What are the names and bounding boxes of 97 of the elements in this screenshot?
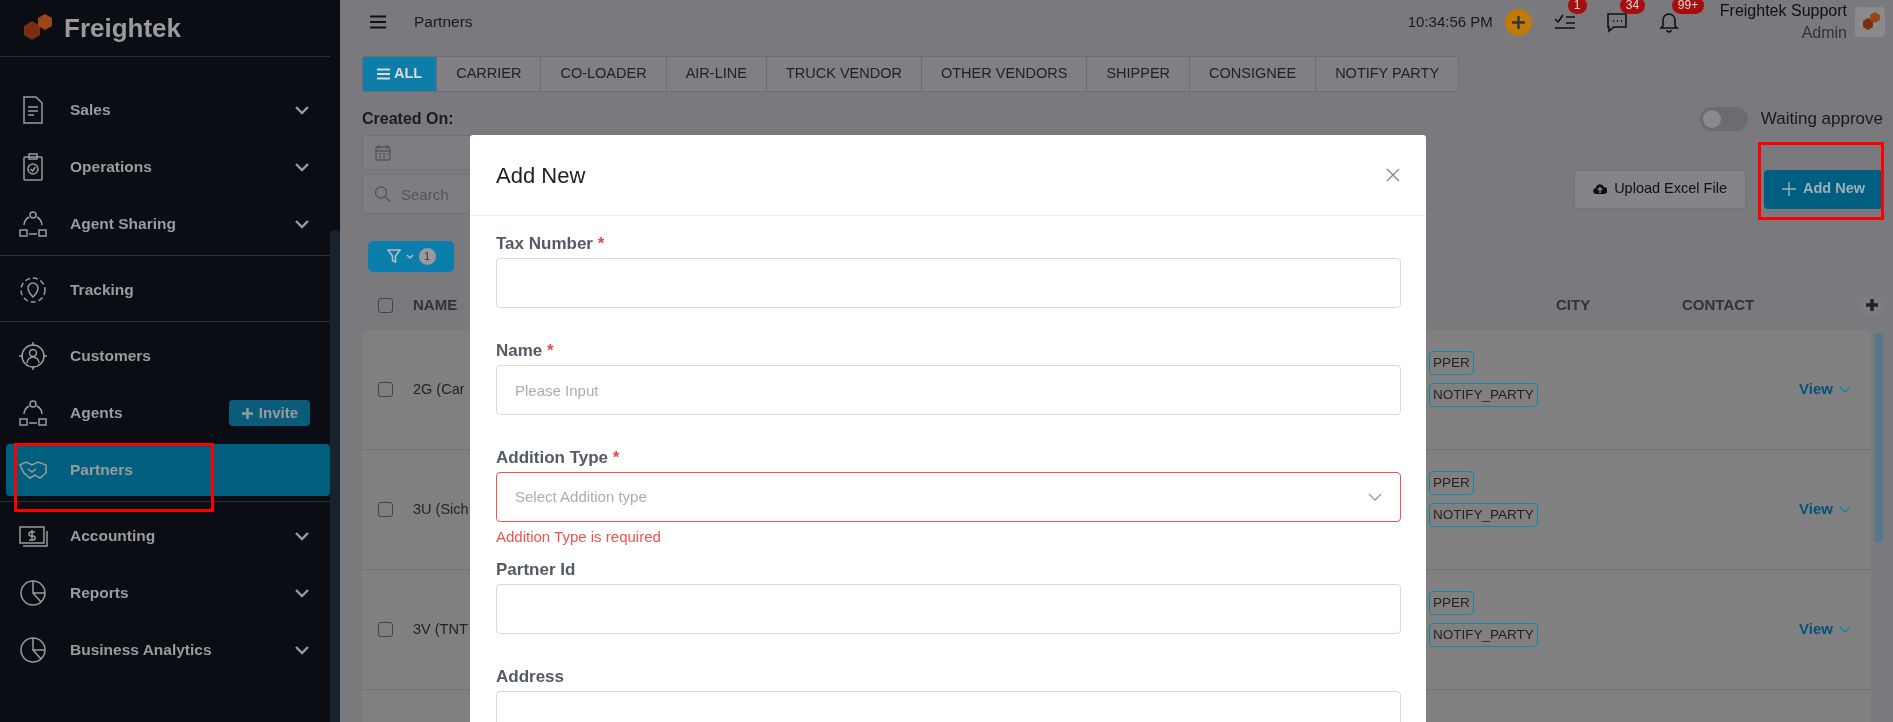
chevron-down-icon [1839, 506, 1851, 513]
list-icon [377, 68, 390, 80]
field-label: Partner Id [496, 558, 576, 581]
table-cell: 3U (Sich [413, 500, 469, 517]
tab[interactable]: CARRIER [437, 57, 542, 91]
plus-icon [240, 406, 254, 420]
chevron-down-icon [1368, 493, 1382, 502]
input-field[interactable] [496, 258, 1401, 309]
count-badge: 1 [1567, 0, 1587, 14]
type-tag: PPER [1429, 470, 1474, 495]
page-title: Partners [414, 12, 473, 33]
clock-time: 10:34:56 PM [1407, 11, 1493, 32]
people-cycle-icon [18, 209, 48, 239]
view-link[interactable]: View [1799, 618, 1851, 641]
plus-icon [1781, 182, 1796, 196]
tab[interactable]: SHIPPER [1087, 57, 1191, 91]
upload-button[interactable]: Upload Excel File [1574, 169, 1746, 209]
tab[interactable]: AIR-LINE [666, 57, 767, 91]
column-header: CITY [1556, 294, 1592, 315]
field-label: Name * [496, 340, 554, 363]
tab[interactable]: OTHER VENDORS [921, 57, 1088, 91]
type-tag: PPER [1429, 590, 1474, 615]
pie-chart-icon [18, 635, 48, 665]
notification-button[interactable] [1657, 11, 1680, 33]
type-tag: PPER [1429, 350, 1474, 375]
filter-icon [386, 249, 401, 264]
count-badge: 99+ [1671, 0, 1705, 14]
scrollbar[interactable] [1875, 333, 1883, 543]
view-link[interactable]: View [1799, 378, 1851, 401]
sidebar-item[interactable]: Sales [6, 84, 330, 136]
toggle-switch[interactable] [1699, 106, 1748, 131]
input-field[interactable] [496, 583, 1401, 634]
count-badge: 1 [418, 248, 436, 265]
sidebar-item[interactable]: Reports [6, 567, 330, 619]
sidebar-item[interactable]: Agents Invite [6, 387, 330, 439]
avatar-logo-icon[interactable] [1855, 7, 1885, 37]
close-button[interactable] [1386, 168, 1400, 182]
row-checkbox[interactable] [378, 382, 393, 397]
input-field[interactable]: Please Input [496, 365, 1401, 416]
field-label: Tax Number * [496, 233, 605, 255]
plus-icon [1510, 14, 1526, 30]
tab[interactable]: TRUCK VENDOR [766, 57, 922, 91]
chevron-down-icon [1839, 626, 1851, 633]
field-label: Addition Type * [496, 447, 620, 470]
type-tag: NOTIFY_PARTY [1429, 502, 1538, 527]
sidebar-item[interactable]: Agent Sharing [6, 198, 330, 250]
tab[interactable]: CONSIGNEE [1190, 57, 1317, 91]
select-all-checkbox[interactable] [378, 297, 393, 313]
close-icon [1386, 168, 1400, 182]
tab[interactable]: ALL [363, 57, 438, 91]
sidebar-item[interactable]: Tracking [6, 264, 330, 316]
count-badge: 34 [1619, 0, 1646, 14]
sidebar-item[interactable]: Operations [6, 141, 330, 193]
user-role: Admin [1800, 23, 1847, 43]
cloud-upload-icon [1593, 183, 1608, 195]
add-button[interactable] [1504, 8, 1532, 36]
table-cell: 3V (TNT [413, 620, 468, 637]
column-header: NAME [413, 294, 459, 315]
type-tag: NOTIFY_PARTY [1429, 382, 1538, 407]
menu-icon[interactable] [370, 15, 386, 29]
row-checkbox[interactable] [378, 502, 393, 517]
notification-button[interactable] [1605, 11, 1628, 33]
sidebar-item[interactable]: Customers [6, 330, 330, 382]
chevron-down-icon [1839, 386, 1851, 393]
add-column-button[interactable] [1861, 294, 1883, 316]
plus-icon [1866, 299, 1878, 311]
row-checkbox[interactable] [378, 622, 393, 637]
filter-label: Created On: [362, 109, 455, 129]
scrollbar[interactable] [330, 230, 340, 722]
tab[interactable]: CO-LOADER [541, 57, 667, 91]
error-message: Addition Type is required [496, 527, 662, 548]
pie-chart-icon [18, 578, 48, 608]
sidebar-item[interactable]: Partners [6, 444, 330, 496]
view-link[interactable]: View [1799, 498, 1851, 521]
location-pin-icon [18, 275, 48, 305]
select-field[interactable]: Select Addition type [496, 472, 1401, 523]
bell-icon [1657, 11, 1680, 33]
search-icon [374, 185, 391, 203]
field-label: Address [496, 665, 565, 688]
chevron-down-icon [405, 253, 414, 260]
type-tag: NOTIFY_PARTY [1429, 622, 1538, 647]
filter-button[interactable]: 1 [368, 241, 454, 272]
invite-button[interactable]: Invite [228, 399, 310, 427]
chat-icon [1605, 11, 1628, 33]
add-new-button[interactable]: Add New [1763, 169, 1883, 209]
people-cycle-icon [18, 398, 48, 428]
tab[interactable]: NOTIFY PARTY [1316, 57, 1459, 91]
toggle-label: Waiting approve [1760, 108, 1883, 130]
modal-title: Add New [496, 161, 586, 190]
calendar-icon [375, 144, 391, 161]
sidebar-item[interactable]: Accounting [6, 510, 330, 562]
sidebar-item[interactable]: Business Analytics [6, 624, 330, 676]
table-cell: 2G (Car [413, 380, 465, 397]
logo-text: Freightek [64, 11, 182, 45]
user-name: Freightek Support [1719, 1, 1847, 21]
column-header: CONTACT [1682, 294, 1756, 315]
person-circle-icon [18, 341, 48, 371]
